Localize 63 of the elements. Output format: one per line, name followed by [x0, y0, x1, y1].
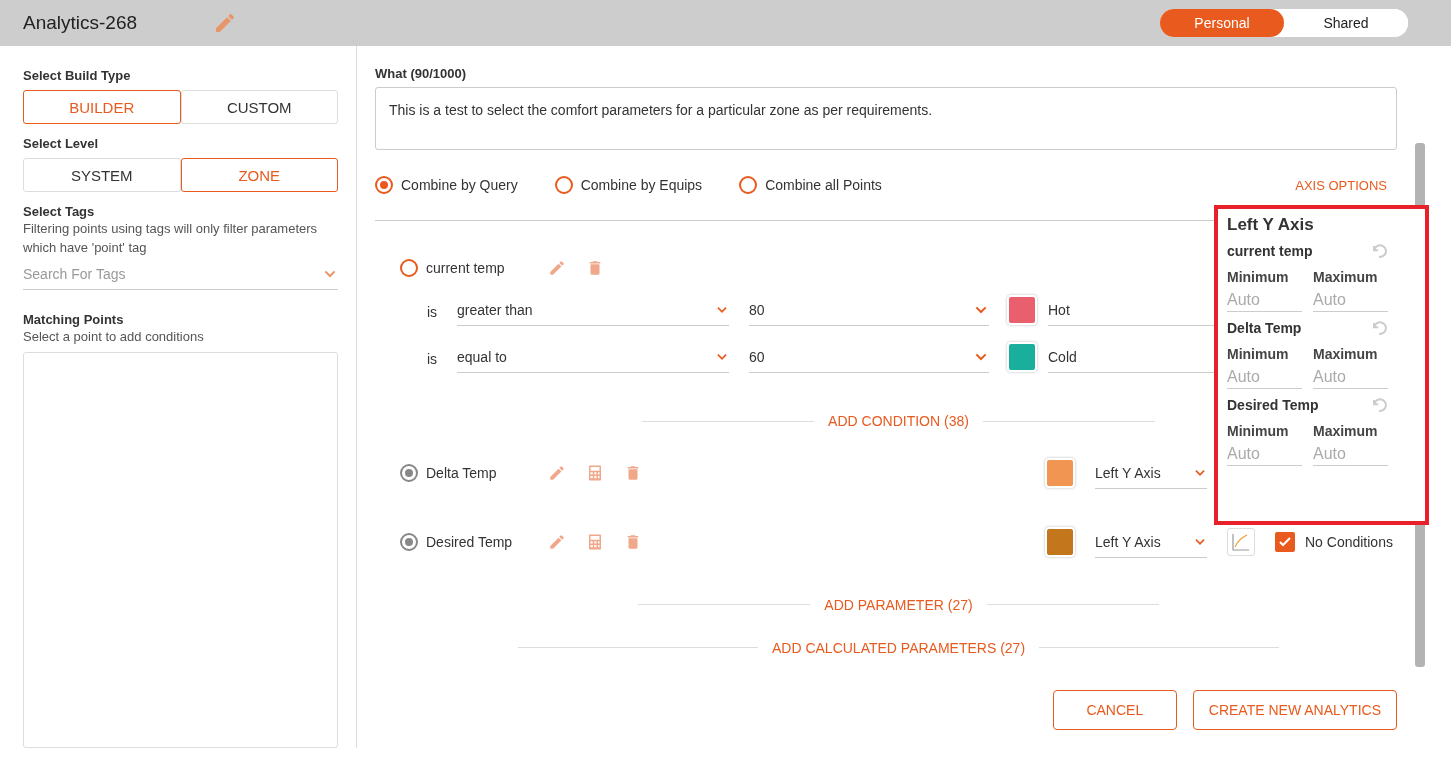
radio-label: Combine by Query	[401, 177, 518, 193]
checkbox[interactable]	[1275, 532, 1295, 552]
pencil-icon[interactable]	[548, 259, 566, 277]
axis-dropdown[interactable]: Left Y Axis	[1095, 526, 1207, 558]
condition-operator: is	[427, 304, 439, 322]
section-label: Select Level	[23, 136, 100, 151]
color-swatch[interactable]	[1045, 458, 1075, 488]
field-label: Minimum	[1227, 423, 1290, 439]
add-link[interactable]: ADD CONDITION (38)	[828, 413, 969, 429]
chart-icon[interactable]	[1227, 528, 1255, 556]
pencil-icon[interactable]	[548, 464, 566, 482]
comparison-dropdown[interactable]: greater than	[457, 295, 729, 326]
add-link[interactable]: ADD PARAMETER (27)	[824, 596, 973, 613]
field-label: What (90/1000)	[375, 66, 468, 81]
value-dropdown[interactable]: 80	[749, 295, 989, 326]
parameter-name: Desired Temp	[1227, 397, 1319, 413]
scope-tab[interactable]: Personal	[1160, 9, 1284, 37]
comparison-dropdown[interactable]: equal to	[457, 342, 729, 373]
radio-button[interactable]	[400, 464, 418, 482]
axis-dropdown[interactable]: Left Y Axis	[1095, 457, 1207, 489]
radio-label: Combine by Equips	[580, 177, 703, 193]
action-button[interactable]: CREATE NEW ANALYTICS	[1192, 690, 1397, 730]
segment-option[interactable]: BUILDER	[23, 90, 181, 124]
color-swatch[interactable]	[1045, 527, 1075, 557]
radio-label: Combine all Points	[765, 177, 882, 193]
field-label: Minimum	[1227, 346, 1290, 362]
segment-option[interactable]: ZONE	[180, 158, 338, 192]
field-label: Minimum	[1227, 269, 1290, 285]
section-label: Matching Points	[23, 312, 125, 327]
field-label: Maximum	[1313, 269, 1379, 285]
value-dropdown[interactable]: 60	[749, 342, 989, 373]
parameter-name: Delta Temp	[1227, 320, 1302, 336]
radio-button[interactable]	[739, 176, 758, 194]
radio-button[interactable]	[375, 176, 393, 194]
field-label: Maximum	[1313, 346, 1379, 362]
hint-text: Filtering points using tags will only filter parameters which have 'point' tag	[23, 220, 319, 257]
panel-title: Left Y Axis	[1227, 215, 1315, 235]
page-title: Analytics-268	[23, 12, 139, 34]
segment-option[interactable]: CUSTOM	[180, 90, 338, 124]
axis-options-link[interactable]: AXIS OPTIONS	[1295, 177, 1387, 193]
add-link[interactable]: ADD CALCULATED PARAMETERS (27)	[771, 639, 1026, 656]
parameter-name: current temp	[1227, 243, 1313, 259]
action-button[interactable]: CANCEL	[1052, 690, 1177, 730]
segment-option[interactable]: SYSTEM	[23, 158, 181, 192]
pencil-icon[interactable]	[548, 533, 566, 551]
pencil-icon[interactable]	[213, 11, 237, 35]
section-label: Select Tags	[23, 204, 96, 219]
hint-text: Select a point to add conditions	[23, 328, 205, 346]
condition-operator: is	[427, 351, 439, 369]
description-field[interactable]: This is a test to select the comfort parameters for a particular zone as per requirements.	[375, 87, 1397, 150]
radio-button[interactable]	[400, 259, 418, 277]
field-label: Maximum	[1313, 423, 1379, 439]
checkbox-label: No Conditions	[1305, 534, 1393, 550]
color-swatch[interactable]	[1007, 294, 1037, 325]
parameter-name: current temp	[426, 260, 506, 276]
section-label: Select Build Type	[23, 68, 132, 83]
calculator-icon[interactable]	[586, 464, 604, 482]
parameter-name: Desired Temp	[426, 534, 514, 550]
calculator-icon[interactable]	[586, 533, 604, 551]
radio-button[interactable]	[554, 176, 573, 194]
radio-button[interactable]	[400, 533, 418, 551]
color-swatch[interactable]	[1007, 341, 1037, 372]
parameter-name: Delta Temp	[426, 465, 498, 481]
